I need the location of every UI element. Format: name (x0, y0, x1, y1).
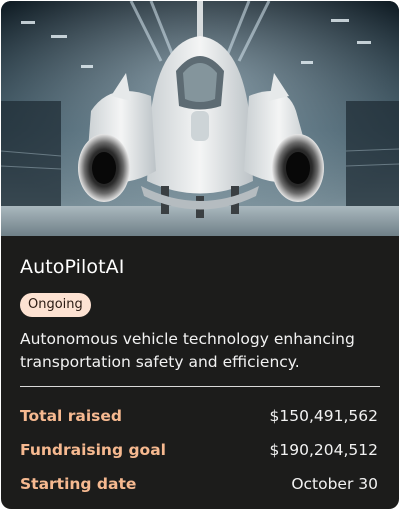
stat-row-starting-date: Starting date October 30 (20, 472, 378, 496)
stat-row-total-raised: Total raised $150,491,562 (20, 404, 378, 428)
project-card[interactable]: AutoPilotAI Ongoing Autonomous vehicle t… (1, 1, 399, 509)
stat-value: $150,491,562 (269, 407, 378, 425)
project-description: Autonomous vehicle technology enhancing … (20, 330, 355, 371)
stat-row-fundraising-goal: Fundraising goal $190,204,512 (20, 438, 378, 462)
futuristic-vehicle-image (1, 1, 399, 236)
stat-label: Total raised (20, 407, 122, 425)
stat-value: October 30 (291, 475, 378, 493)
project-image (1, 1, 399, 236)
stat-label: Fundraising goal (20, 441, 166, 459)
divider (20, 386, 380, 387)
project-title: AutoPilotAI (20, 256, 125, 278)
stat-label: Starting date (20, 475, 137, 493)
stat-value: $190,204,512 (269, 441, 378, 459)
status-badge: Ongoing (20, 293, 91, 317)
